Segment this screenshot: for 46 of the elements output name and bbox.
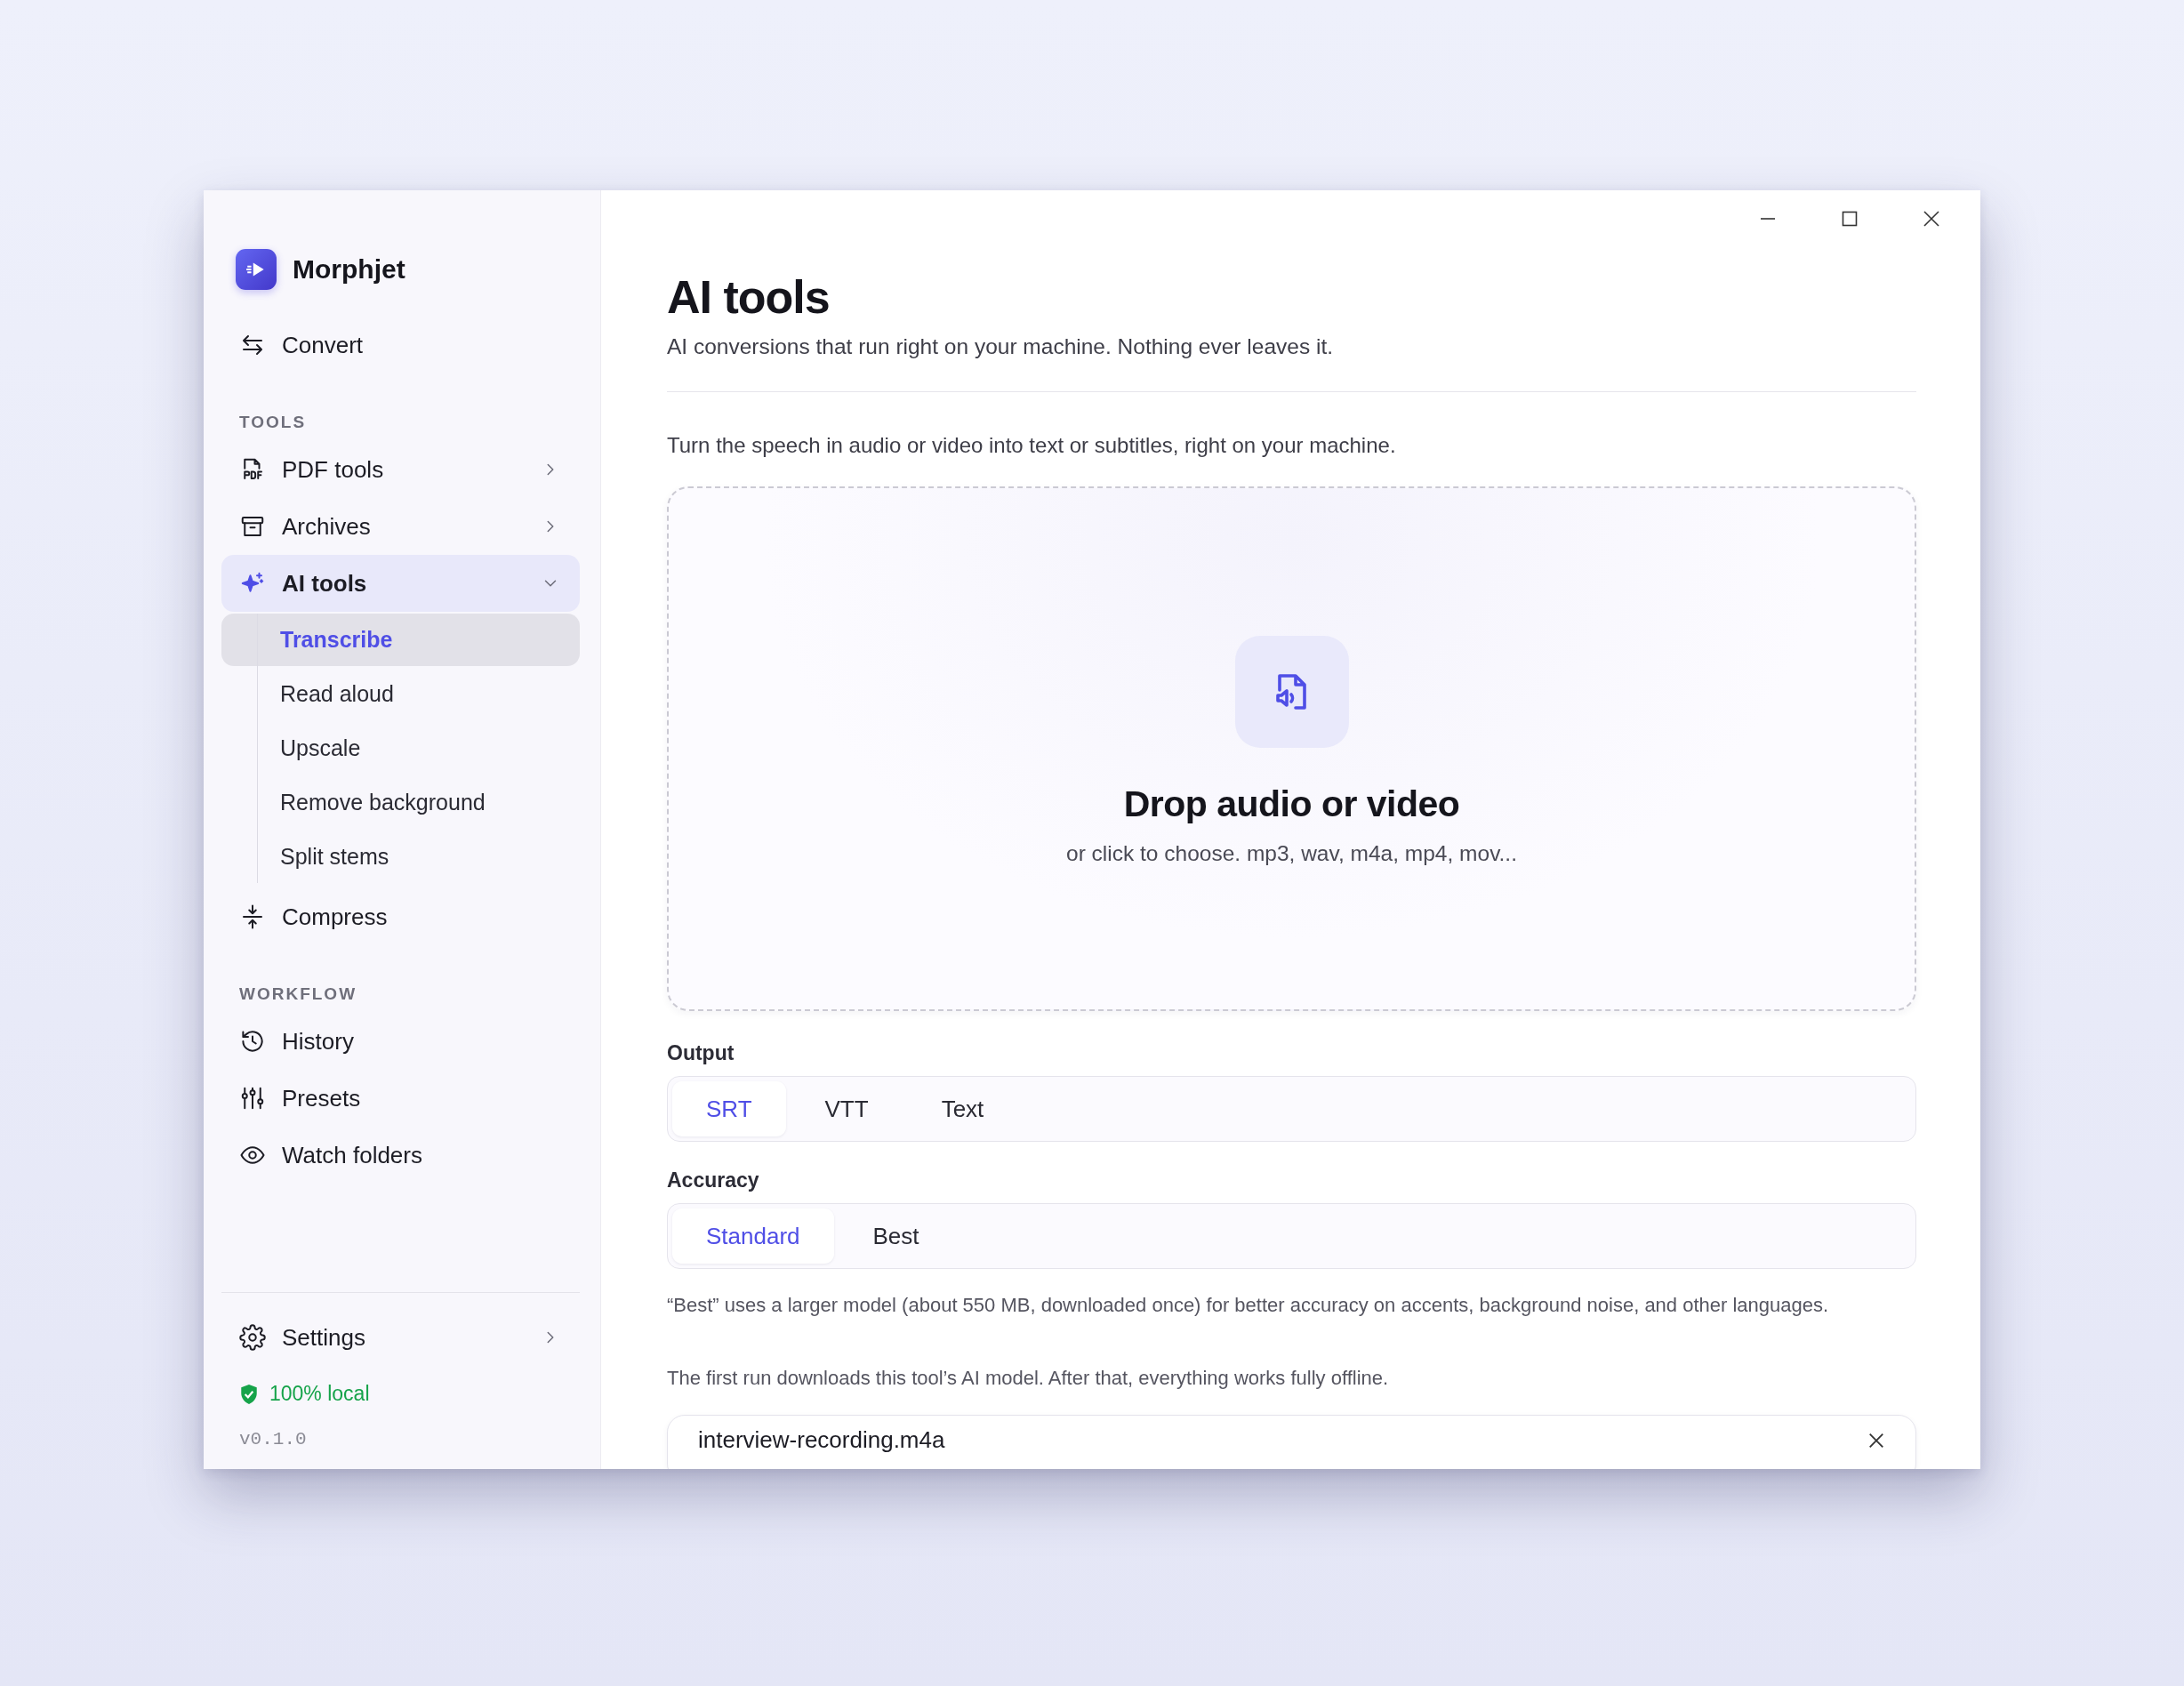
maximize-icon [1840, 209, 1859, 229]
sidebar-item[interactable]: Archives [221, 498, 580, 555]
shield-check-icon [239, 1383, 259, 1405]
field-label: Accuracy [667, 1168, 760, 1192]
sidebar-subitem[interactable]: Transcribe [221, 614, 580, 666]
page-subtitle: AI conversions that run right on your machine. Nothing ever leaves it. [667, 334, 1916, 392]
file-name: interview-recording.m4a [698, 1426, 945, 1454]
sidebar-subitem[interactable]: Upscale [221, 722, 580, 775]
sliders-icon [239, 1085, 266, 1112]
sidebar-subitem[interactable]: Split stems [221, 831, 580, 883]
app-logo [236, 249, 277, 290]
drop-hint: or click to choose. mp3, wav, m4a, mp4, mov... [1066, 840, 1517, 866]
close-icon [1922, 209, 1941, 229]
audio-file-icon [1234, 635, 1349, 748]
sidebar-subitem[interactable]: Read aloud [221, 668, 580, 720]
app-name: Morphjet [293, 254, 405, 285]
sidebar-item[interactable]: Presets [221, 1070, 580, 1127]
sidebar-item[interactable]: Convert [221, 317, 580, 373]
segment-option[interactable]: Standard [672, 1208, 834, 1264]
drop-zone[interactable]: Drop audio or video or click to choose. mp3, wav, m4a, mp4, mov... [667, 486, 1916, 1011]
drop-title: Drop audio or video [1123, 783, 1460, 825]
section-heading: TOOLS [238, 413, 308, 432]
sidebar-subitem[interactable]: Remove background [221, 776, 580, 829]
sidebar-item[interactable]: Compress [221, 888, 580, 945]
minimize-icon [1761, 218, 1775, 220]
sidebar-item[interactable]: AI tools [221, 555, 580, 612]
model-note: The first run downloads this tool’s AI model. After that, everything works fully offline. [667, 1367, 1390, 1390]
accuracy-note: “Best” uses a larger model (about 550 MB, downloaded once) for better accuracy on accents, background noise, and other languages. [667, 1294, 1830, 1317]
field-label: Output [667, 1041, 735, 1065]
history-clock-icon [239, 1028, 266, 1055]
segment-option[interactable]: VTT [791, 1081, 903, 1136]
remove-button[interactable] [1867, 1431, 1885, 1449]
sidebar-item[interactable]: History [221, 1013, 580, 1070]
section-heading: WORKFLOW [238, 984, 358, 1004]
segment-option[interactable]: Best [839, 1208, 953, 1264]
segment-option[interactable]: Text [907, 1081, 1018, 1136]
sidebar-item[interactable]: PDF tools [221, 441, 580, 498]
version-text: v0.1.0 [238, 1429, 308, 1449]
settings-icon [239, 1324, 266, 1351]
close-icon [1867, 1431, 1885, 1449]
sidebar-item[interactable]: Watch folders [221, 1127, 580, 1184]
segment-option[interactable]: SRT [672, 1081, 786, 1136]
page-title: AI tools [667, 270, 831, 324]
status-text: 100% local [269, 1382, 370, 1406]
tool-description: Turn the speech in audio or video into text or subtitles, right on your machine. [667, 433, 1397, 458]
sidebar-item[interactable]: Settings [221, 1309, 580, 1366]
